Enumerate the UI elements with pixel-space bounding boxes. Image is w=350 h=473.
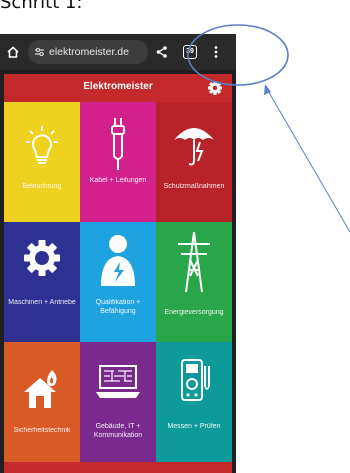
category-grid: Beleuchtung Kabel + Leitungen Schutzmaßn xyxy=(4,102,232,462)
overflow-menu-icon[interactable] xyxy=(206,42,226,62)
gear-icon xyxy=(208,81,222,95)
tile-schutzmassnahmen[interactable]: Schutzmaßnahmen xyxy=(156,102,232,222)
tile-label: Beleuchtung xyxy=(22,183,62,190)
cable-icon xyxy=(111,118,125,170)
tile-label: Sicherheitstechnik xyxy=(13,427,71,434)
tile-kabel-leitungen[interactable]: Kabel + Leitungen xyxy=(80,102,156,222)
app-title: Elektromeister xyxy=(83,81,153,92)
tile-maschinen-antriebe[interactable]: Maschinen + Antriebe xyxy=(4,222,80,342)
tile-beleuchtung[interactable]: Beleuchtung xyxy=(4,102,80,222)
tile-label: Qualifikation + Befähigung xyxy=(95,299,141,315)
tile-energieversorgung[interactable]: Energieversorgung xyxy=(156,222,232,342)
url-text: elektromeister.de xyxy=(49,46,129,58)
tile-label: Gebäude, IT + Kommunikation xyxy=(93,423,143,439)
tab-count: 39 xyxy=(183,45,197,59)
phone-screenshot: elektromeister.de 39 Elektromeister Bele… xyxy=(0,34,236,473)
tab-switcher-button[interactable]: 39 xyxy=(180,42,200,62)
site-settings-icon[interactable] xyxy=(34,47,45,57)
bottom-bar xyxy=(4,462,232,473)
document-heading: Schritt 1: xyxy=(0,0,83,13)
tile-messen-pruefen[interactable]: Messen + Prüfen xyxy=(156,342,232,462)
circuit-board-icon xyxy=(96,365,140,398)
tile-label: Energieversorgung xyxy=(164,309,224,316)
address-bar[interactable]: elektromeister.de xyxy=(28,40,148,64)
house-flame-icon xyxy=(24,370,57,408)
gear-icon xyxy=(24,240,60,276)
lightbulb-icon xyxy=(26,126,58,164)
app-header: Elektromeister xyxy=(4,74,232,102)
annotation-arrowhead xyxy=(264,84,271,95)
tile-sicherheitstechnik[interactable]: Sicherheitstechnik xyxy=(4,342,80,462)
tile-qualifikation-befaehigung[interactable]: Qualifikation + Befähigung xyxy=(80,222,156,342)
multimeter-icon xyxy=(181,359,210,401)
browser-toolbar: elektromeister.de 39 xyxy=(0,34,236,70)
power-pylon-icon xyxy=(178,231,210,293)
tile-label: Kabel + Leitungen xyxy=(89,177,147,184)
home-icon[interactable] xyxy=(3,42,23,62)
tile-label: Schutzmaßnahmen xyxy=(163,183,225,190)
umbrella-lightning-icon xyxy=(174,128,214,166)
person-bolt-icon xyxy=(101,235,135,286)
share-icon[interactable] xyxy=(152,42,172,62)
tile-label: Messen + Prüfen xyxy=(167,423,221,430)
annotation-arrow xyxy=(266,88,350,233)
tile-gebaeude-it-kommunikation[interactable]: Gebäude, IT + Kommunikation xyxy=(80,342,156,462)
tile-label: Maschinen + Antriebe xyxy=(8,299,76,306)
settings-button[interactable] xyxy=(206,79,224,97)
